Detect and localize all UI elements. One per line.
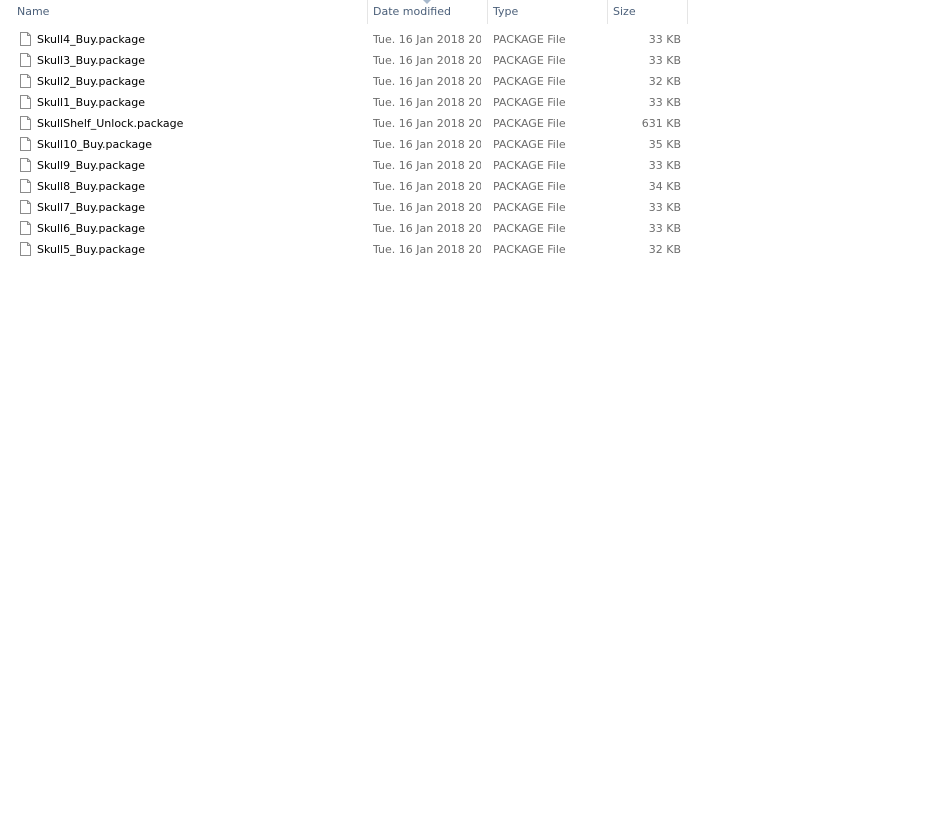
file-list: Skull4_Buy.package Tue. 16 Jan 2018 20..…	[0, 29, 688, 260]
file-type: PACKAGE File	[493, 54, 566, 67]
file-name: Skull1_Buy.package	[37, 96, 145, 109]
file-date-modified: Tue. 16 Jan 2018 20...	[373, 96, 481, 109]
column-header-size[interactable]: Size	[613, 0, 687, 24]
file-name: Skull8_Buy.package	[37, 180, 145, 193]
file-name: Skull2_Buy.package	[37, 75, 145, 88]
file-size: 32 KB	[648, 75, 681, 88]
file-row[interactable]: Skull5_Buy.package Tue. 16 Jan 2018 20..…	[0, 239, 688, 260]
column-header-bar: Name Date modified Type Size	[0, 0, 688, 24]
file-type: PACKAGE File	[493, 201, 566, 214]
file-date-modified: Tue. 16 Jan 2018 20...	[373, 117, 481, 130]
column-header-type[interactable]: Type	[493, 0, 606, 24]
file-row[interactable]: Skull6_Buy.package Tue. 16 Jan 2018 20..…	[0, 218, 688, 239]
column-header-name[interactable]: Name	[17, 0, 367, 24]
file-row[interactable]: Skull1_Buy.package Tue. 16 Jan 2018 20..…	[0, 92, 688, 113]
file-date-modified: Tue. 16 Jan 2018 20...	[373, 243, 481, 256]
file-size: 33 KB	[648, 222, 681, 235]
file-name: Skull9_Buy.package	[37, 159, 145, 172]
column-divider[interactable]	[487, 0, 488, 24]
file-icon	[20, 200, 31, 214]
file-date-modified: Tue. 16 Jan 2018 20...	[373, 75, 481, 88]
file-type: PACKAGE File	[493, 243, 566, 256]
file-size: 33 KB	[648, 96, 681, 109]
file-size: 34 KB	[648, 180, 681, 193]
file-type: PACKAGE File	[493, 180, 566, 193]
column-divider[interactable]	[367, 0, 368, 24]
file-type: PACKAGE File	[493, 222, 566, 235]
file-size: 33 KB	[648, 201, 681, 214]
file-name: Skull10_Buy.package	[37, 138, 152, 151]
column-divider[interactable]	[687, 0, 688, 24]
file-date-modified: Tue. 16 Jan 2018 20...	[373, 201, 481, 214]
file-type: PACKAGE File	[493, 159, 566, 172]
file-date-modified: Tue. 16 Jan 2018 20...	[373, 33, 481, 46]
file-icon	[20, 74, 31, 88]
file-row[interactable]: Skull4_Buy.package Tue. 16 Jan 2018 20..…	[0, 29, 688, 50]
file-name: SkullShelf_Unlock.package	[37, 117, 184, 130]
file-size: 35 KB	[648, 138, 681, 151]
file-date-modified: Tue. 16 Jan 2018 20...	[373, 159, 481, 172]
column-divider[interactable]	[607, 0, 608, 24]
file-size: 33 KB	[648, 33, 681, 46]
file-type: PACKAGE File	[493, 33, 566, 46]
file-name: Skull7_Buy.package	[37, 201, 145, 214]
file-icon	[20, 116, 31, 130]
file-size: 32 KB	[648, 243, 681, 256]
file-row[interactable]: SkullShelf_Unlock.package Tue. 16 Jan 20…	[0, 113, 688, 134]
file-date-modified: Tue. 16 Jan 2018 20...	[373, 138, 481, 151]
file-icon	[20, 221, 31, 235]
file-icon	[20, 53, 31, 67]
file-name: Skull3_Buy.package	[37, 54, 145, 67]
file-date-modified: Tue. 16 Jan 2018 20...	[373, 180, 481, 193]
file-row[interactable]: Skull3_Buy.package Tue. 16 Jan 2018 20..…	[0, 50, 688, 71]
file-row[interactable]: Skull9_Buy.package Tue. 16 Jan 2018 20..…	[0, 155, 688, 176]
file-row[interactable]: Skull10_Buy.package Tue. 16 Jan 2018 20.…	[0, 134, 688, 155]
file-icon	[20, 32, 31, 46]
file-date-modified: Tue. 16 Jan 2018 20...	[373, 222, 481, 235]
file-row[interactable]: Skull2_Buy.package Tue. 16 Jan 2018 20..…	[0, 71, 688, 92]
file-name: Skull6_Buy.package	[37, 222, 145, 235]
file-date-modified: Tue. 16 Jan 2018 20...	[373, 54, 481, 67]
file-icon	[20, 95, 31, 109]
file-icon	[20, 242, 31, 256]
file-row[interactable]: Skull7_Buy.package Tue. 16 Jan 2018 20..…	[0, 197, 688, 218]
file-size: 33 KB	[648, 54, 681, 67]
file-type: PACKAGE File	[493, 117, 566, 130]
file-name: Skull5_Buy.package	[37, 243, 145, 256]
file-name: Skull4_Buy.package	[37, 33, 145, 46]
file-type: PACKAGE File	[493, 138, 566, 151]
file-size: 631 KB	[641, 117, 681, 130]
column-header-date-modified[interactable]: Date modified	[373, 0, 486, 24]
file-icon	[20, 179, 31, 193]
file-type: PACKAGE File	[493, 75, 566, 88]
file-icon	[20, 137, 31, 151]
file-type: PACKAGE File	[493, 96, 566, 109]
file-icon	[20, 158, 31, 172]
file-size: 33 KB	[648, 159, 681, 172]
file-row[interactable]: Skull8_Buy.package Tue. 16 Jan 2018 20..…	[0, 176, 688, 197]
